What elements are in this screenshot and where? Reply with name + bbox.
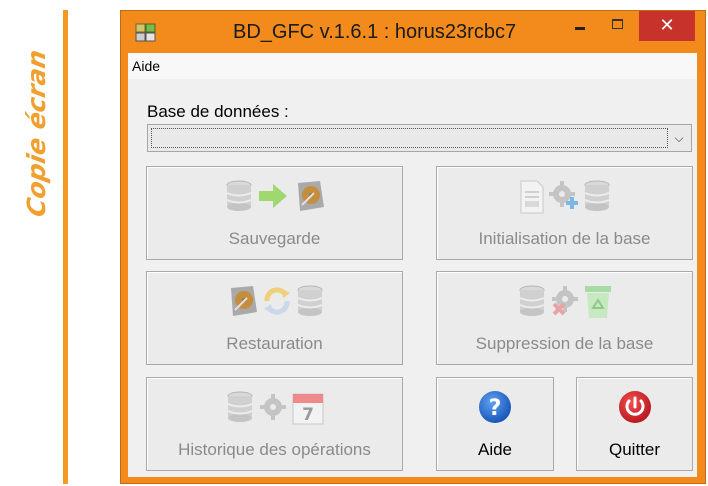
initialisation-label: Initialisation de la base bbox=[478, 229, 651, 248]
svg-text:7: 7 bbox=[302, 405, 314, 425]
suppression-button[interactable]: Suppression de la base bbox=[436, 271, 693, 365]
gear-delete-icon bbox=[551, 286, 578, 316]
help-icon: ? bbox=[479, 391, 511, 423]
svg-text:?: ? bbox=[489, 396, 502, 421]
title-bar[interactable]: BD_GFC v.1.6.1 : horus23rcbc7 ✕ bbox=[121, 11, 705, 53]
database-icon bbox=[584, 180, 609, 211]
maximize-icon bbox=[612, 19, 623, 29]
close-button[interactable]: ✕ bbox=[639, 11, 695, 41]
hard-disk-icon bbox=[230, 286, 257, 316]
close-icon: ✕ bbox=[659, 15, 675, 35]
minimize-button[interactable] bbox=[563, 11, 597, 41]
client-area: Aide Base de données : ⌵ Sauvegarde Init… bbox=[128, 53, 697, 477]
refresh-icon bbox=[263, 287, 290, 315]
menu-item-aide[interactable]: Aide bbox=[132, 58, 160, 74]
recycle-bin-icon bbox=[584, 286, 611, 318]
database-select[interactable]: ⌵ bbox=[147, 124, 692, 152]
database-icon bbox=[519, 285, 544, 316]
hard-disk-icon bbox=[297, 181, 324, 211]
database-select-value bbox=[151, 128, 668, 148]
historique-button[interactable]: 7 Historique des opérations bbox=[146, 377, 403, 471]
database-icon bbox=[226, 180, 251, 211]
quitter-label: Quitter bbox=[608, 440, 661, 459]
window-title: BD_GFC v.1.6.1 : horus23rcbc7 bbox=[233, 21, 517, 43]
calendar-icon: 7 bbox=[292, 393, 323, 425]
document-icon bbox=[520, 180, 543, 214]
gear-icon bbox=[259, 394, 286, 420]
menu-bar: Aide bbox=[128, 53, 697, 79]
gear-plus-icon bbox=[548, 181, 578, 209]
screenshot-caption: Copie écran bbox=[22, 14, 56, 224]
database-icon bbox=[227, 391, 252, 422]
quitter-button[interactable]: Quitter bbox=[576, 377, 693, 471]
sauvegarde-button[interactable]: Sauvegarde bbox=[146, 166, 403, 260]
database-label: Base de données : bbox=[147, 102, 289, 121]
aide-label: Aide bbox=[477, 440, 513, 459]
power-icon bbox=[618, 391, 651, 423]
initialisation-button[interactable]: Initialisation de la base bbox=[436, 166, 693, 260]
app-icon bbox=[135, 23, 156, 42]
caption-text: Copie écran bbox=[22, 47, 51, 220]
app-window: BD_GFC v.1.6.1 : horus23rcbc7 ✕ Aide Bas… bbox=[120, 10, 706, 484]
historique-label: Historique des opérations bbox=[178, 440, 371, 459]
minimize-icon bbox=[575, 27, 585, 30]
suppression-label: Suppression de la base bbox=[475, 334, 654, 353]
database-icon bbox=[297, 285, 322, 316]
sauvegarde-label: Sauvegarde bbox=[228, 229, 321, 248]
restauration-button[interactable]: Restauration bbox=[146, 271, 403, 365]
maximize-button[interactable] bbox=[601, 11, 635, 41]
arrow-right-icon bbox=[258, 184, 287, 208]
chevron-down-icon: ⌵ bbox=[674, 131, 684, 145]
aide-button[interactable]: ? Aide bbox=[436, 377, 554, 471]
restauration-label: Restauration bbox=[226, 334, 323, 353]
caption-accent-bar bbox=[63, 10, 68, 484]
